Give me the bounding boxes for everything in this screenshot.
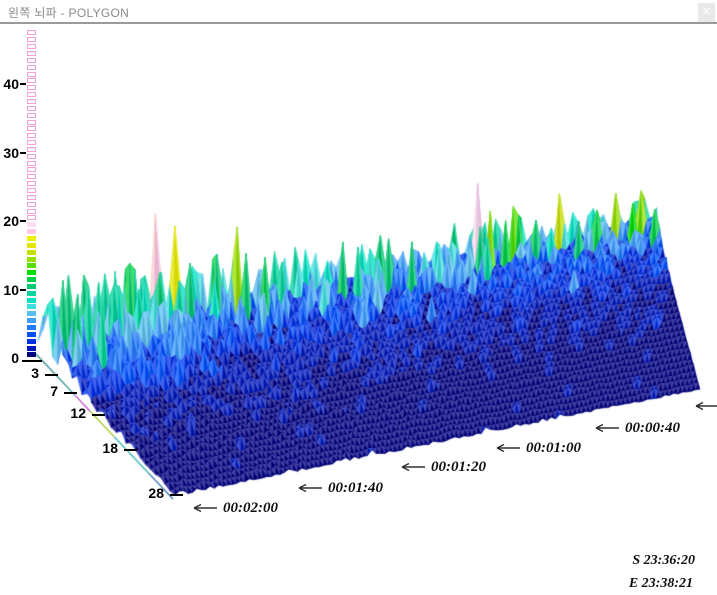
colorbar-cell [27, 209, 36, 214]
colorbar-cell [27, 291, 36, 296]
colorbar-cell [27, 120, 36, 125]
frequency-tick-label: 3 [31, 365, 39, 381]
colorbar-cell [27, 51, 36, 56]
session-end-label: E 23:38:21 [628, 576, 693, 591]
colorbar-cell [27, 147, 36, 152]
amplitude-tick-mark [22, 360, 42, 362]
colorbar-cell [27, 270, 36, 275]
frequency-tick-label: 18 [102, 440, 118, 456]
time-arrow-icon [496, 443, 520, 453]
colorbar-cell [27, 346, 36, 351]
colorbar-cell [27, 140, 36, 145]
frequency-tick-mark [45, 374, 58, 376]
amplitude-tick-mark [20, 220, 26, 222]
colorbar-cell [27, 133, 36, 138]
time-arrow-icon [193, 503, 217, 513]
colorbar-cell [27, 181, 36, 186]
time-tick-label: 00:01:20 [431, 459, 486, 475]
colorbar-cell [27, 284, 36, 289]
colorbar-cell [27, 318, 36, 323]
colorbar-cell [27, 113, 36, 118]
colorbar-cell [27, 332, 36, 337]
amplitude-tick-mark [20, 151, 26, 154]
colorbar-cell [27, 202, 36, 207]
time-tick-label: 00:01:00 [526, 440, 581, 456]
colorbar-cell [27, 106, 36, 111]
time-tick-label: 00:00:40 [625, 420, 680, 436]
colorbar-cell [27, 215, 36, 220]
time-tick-label: 00:02:00 [223, 500, 278, 516]
colorbar-cell [27, 65, 36, 70]
time-arrow-icon [595, 423, 619, 433]
frequency-tick-label: 28 [148, 485, 164, 501]
amplitude-tick-label: 0 [11, 350, 19, 366]
colorbar-cell [27, 99, 36, 104]
frequency-tick-mark [124, 449, 137, 451]
frequency-tick-mark [170, 494, 183, 496]
amplitude-tick-label: 40 [3, 76, 19, 92]
colorbar-cell [27, 195, 36, 200]
colorbar-cell [27, 277, 36, 282]
colorbar-cell [27, 229, 36, 234]
colorbar-cell [27, 298, 36, 303]
colorbar-cell [27, 78, 36, 83]
colorbar-cell [27, 30, 36, 35]
colorbar-cell [27, 339, 36, 344]
colorbar-cell [27, 263, 36, 268]
colorbar-cell [27, 311, 36, 316]
frequency-tick-label: 7 [50, 383, 58, 399]
colorbar-cell [27, 222, 36, 227]
amplitude-tick-label: 10 [3, 281, 19, 298]
colorbar-cell [27, 325, 36, 330]
colorbar-cell [27, 85, 36, 90]
colorbar-cell [27, 236, 36, 241]
colorbar-cell [27, 243, 36, 248]
colorbar-cell [27, 44, 36, 49]
time-arrow-icon [401, 462, 425, 472]
colorbar-cell [27, 174, 36, 179]
colorbar-cell [27, 304, 36, 309]
session-start-label: S 23:36:20 [632, 553, 695, 568]
colorbar-cell [27, 161, 36, 166]
colorbar-cell [27, 250, 36, 255]
frequency-tick-label: 12 [70, 405, 86, 421]
surface-plot-canvas [0, 0, 717, 595]
time-tick-label: 00:01:40 [328, 480, 383, 496]
colorbar-cell [27, 188, 36, 193]
colorbar-cell [27, 154, 36, 159]
colorbar-cell [27, 92, 36, 97]
time-arrow-icon [298, 483, 322, 493]
amplitude-tick-mark [20, 288, 26, 291]
frequency-tick-mark [64, 392, 77, 394]
colorbar-cell [27, 352, 36, 357]
time-arrow-icon [695, 401, 717, 411]
colorbar-cell [27, 37, 36, 42]
colorbar-cell [27, 72, 36, 77]
amplitude-tick-label: 30 [3, 144, 19, 161]
colorbar-cell [27, 126, 36, 131]
colorbar-cell [27, 58, 36, 63]
colorbar-cell [27, 167, 36, 172]
amplitude-tick-mark [20, 83, 26, 85]
frequency-tick-mark [92, 414, 105, 416]
amplitude-tick-label: 20 [3, 213, 19, 229]
colorbar-cell [27, 257, 36, 262]
